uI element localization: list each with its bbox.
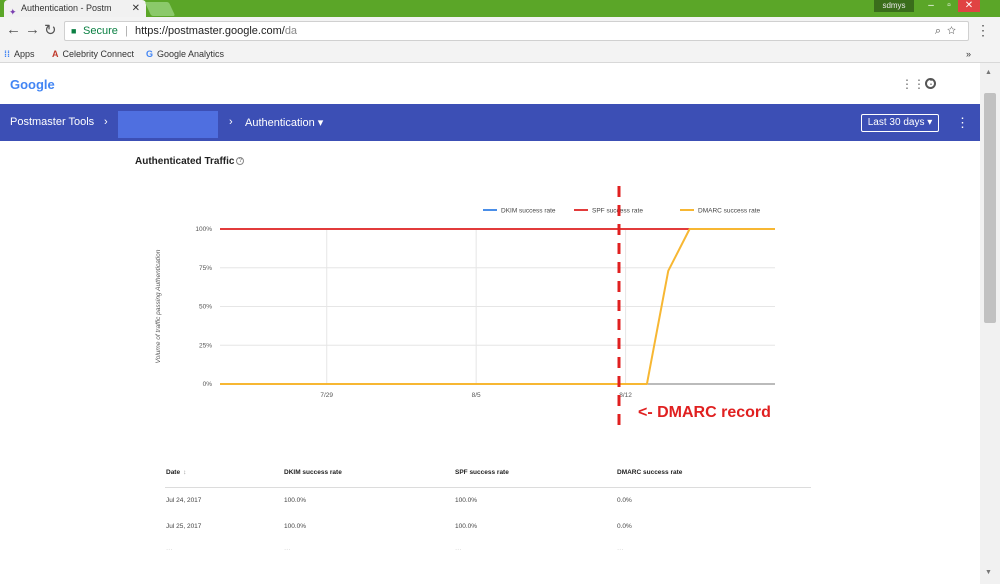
y-tick-label: 100% [195, 226, 212, 233]
row-date: Jul 24, 2017 [166, 497, 202, 504]
row-spf: 100.0% [455, 523, 478, 530]
table-row: Jul 24, 2017 100.0% 100.0% 0.0% [165, 488, 811, 514]
y-tick-label: 50% [199, 304, 212, 311]
table-row: Jul 25, 2017 100.0% 100.0% 0.0% [165, 514, 811, 540]
y-axis-label: Volume of traffic passing Authentication [155, 249, 162, 363]
x-tick-label: 7/29 [320, 392, 333, 399]
x-tick-label: 8/12 [619, 392, 632, 399]
row-dkim: ··· [284, 546, 291, 553]
table-header-row: Date ↕ DKIM success rate SPF success rate… [165, 460, 811, 488]
authentication-table: Date ↕ DKIM success rate SPF success rate… [165, 460, 811, 554]
row-spf: 100.0% [455, 497, 478, 504]
y-tick-label: 0% [203, 381, 213, 388]
row-dmarc: 0.0% [617, 523, 632, 530]
dkim-column-header: DKIM success rate [284, 469, 342, 476]
x-tick-label: 8/5 [472, 392, 481, 399]
table-row-partial: ··· ··· ··· ··· [165, 540, 811, 554]
row-date: ··· [166, 546, 173, 553]
y-tick-label: 75% [199, 265, 212, 272]
row-dmarc: ··· [617, 546, 624, 553]
row-dkim: 100.0% [284, 523, 307, 530]
dmarc-column-header: DMARC success rate [617, 469, 683, 476]
legend-label: DMARC success rate [698, 208, 761, 215]
date-column-header[interactable]: Date ↕ [166, 469, 186, 476]
row-date: Jul 25, 2017 [166, 523, 202, 530]
legend-label: DKIM success rate [501, 208, 556, 215]
spf-column-header: SPF success rate [455, 469, 509, 476]
y-tick-label: 25% [199, 342, 212, 349]
row-dkim: 100.0% [284, 497, 307, 504]
row-dmarc: 0.0% [617, 497, 632, 504]
dmarc-annotation-label: <- DMARC record [638, 404, 771, 421]
sort-icon: ↕ [183, 469, 187, 476]
row-spf: ··· [455, 546, 462, 553]
